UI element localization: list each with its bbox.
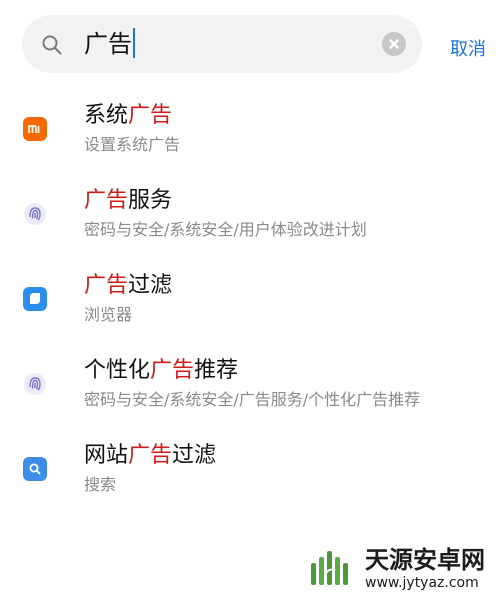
search-bar[interactable]: 广告 xyxy=(22,15,422,73)
result-item-ad-filter-browser[interactable]: 广告过滤 浏览器 xyxy=(0,271,500,351)
fingerprint-icon xyxy=(24,373,46,395)
watermark-title: 天源安卓网 xyxy=(365,546,485,574)
result-subtitle: 浏览器 xyxy=(84,305,133,324)
search-input[interactable]: 广告 xyxy=(84,28,135,60)
site-logo-icon xyxy=(311,551,348,585)
search-screen: 广告 取消 系统广告 设置系统广告 广告服务 密码与安全/系统安全/用户体验改进… xyxy=(0,0,500,599)
result-subtitle: 搜索 xyxy=(84,475,117,494)
mi-logo-icon xyxy=(23,117,47,141)
result-title: 网站广告过滤 xyxy=(84,443,217,468)
text-caret xyxy=(133,28,135,58)
clear-search-button[interactable] xyxy=(382,32,406,56)
result-subtitle: 密码与安全/系统安全/用户体验改进计划 xyxy=(84,220,367,239)
result-item-website-ad-filter[interactable]: 网站广告过滤 搜索 xyxy=(0,441,500,521)
result-subtitle: 密码与安全/系统安全/广告服务/个性化广告推荐 xyxy=(84,390,421,409)
watermark-url: www.jytyaz.com xyxy=(365,575,479,591)
close-icon xyxy=(389,39,399,49)
browser-icon xyxy=(23,287,47,311)
watermark: 天源安卓网 www.jytyaz.com xyxy=(305,545,495,593)
search-app-icon xyxy=(23,457,47,481)
fingerprint-icon xyxy=(24,203,46,225)
result-subtitle: 设置系统广告 xyxy=(84,135,181,154)
result-title: 广告服务 xyxy=(84,188,173,213)
cancel-button[interactable]: 取消 xyxy=(450,35,486,61)
search-icon xyxy=(42,35,62,55)
result-title: 广告过滤 xyxy=(84,273,173,298)
result-title: 个性化广告推荐 xyxy=(84,358,239,383)
result-item-personalized-ads[interactable]: 个性化广告推荐 密码与安全/系统安全/广告服务/个性化广告推荐 xyxy=(0,356,500,436)
result-title: 系统广告 xyxy=(84,103,173,128)
result-item-ad-service[interactable]: 广告服务 密码与安全/系统安全/用户体验改进计划 xyxy=(0,186,500,266)
search-query: 广告 xyxy=(84,30,132,58)
result-item-system-ads[interactable]: 系统广告 设置系统广告 xyxy=(0,101,500,181)
